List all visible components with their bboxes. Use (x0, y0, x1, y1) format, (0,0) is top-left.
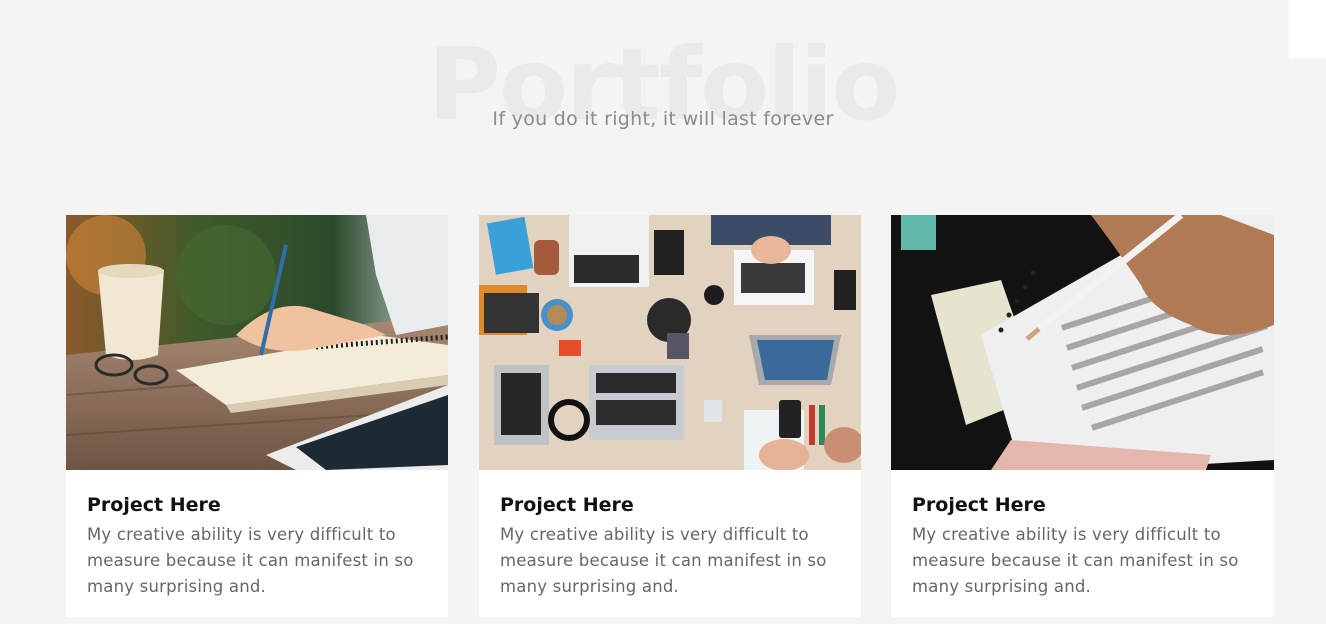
card-body: Project Here My creative ability is very… (891, 470, 1274, 600)
portfolio-card[interactable]: Project Here My creative ability is very… (479, 215, 861, 617)
portfolio-grid: Project Here My creative ability is very… (66, 215, 1274, 617)
portfolio-card[interactable]: Project Here My creative ability is very… (891, 215, 1274, 617)
team-laptops-desk-photo[interactable] (479, 215, 861, 470)
project-title[interactable]: Project Here (912, 492, 1254, 518)
section-subtitle: If you do it right, it will last forever (492, 108, 834, 130)
card-body: Project Here My creative ability is very… (479, 470, 861, 600)
portfolio-card[interactable]: Project Here My creative ability is very… (66, 215, 448, 617)
writing-notebook-photo[interactable] (66, 215, 448, 470)
card-body: Project Here My creative ability is very… (66, 470, 448, 600)
project-description: My creative ability is very difficult to… (500, 525, 827, 596)
project-title[interactable]: Project Here (87, 492, 428, 518)
project-description: My creative ability is very difficult to… (87, 525, 414, 596)
portfolio-page: Portfolio If you do it right, it will la… (0, 0, 1326, 624)
exam-answer-sheet-photo[interactable] (891, 215, 1274, 470)
project-description: My creative ability is very difficult to… (912, 525, 1239, 596)
project-title[interactable]: Project Here (500, 492, 841, 518)
